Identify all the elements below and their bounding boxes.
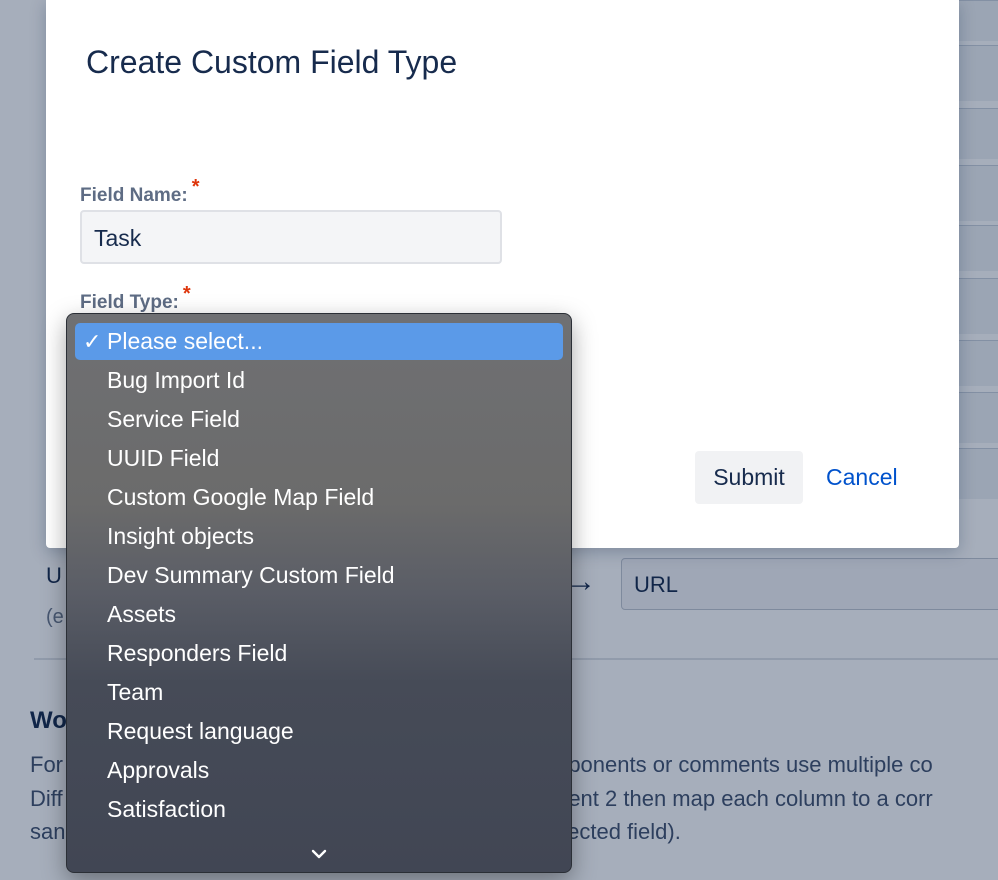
- dropdown-option[interactable]: Dev Summary Custom Field: [75, 557, 563, 594]
- dropdown-option[interactable]: Custom Google Map Field: [75, 479, 563, 516]
- dropdown-option-label: UUID Field: [107, 445, 220, 471]
- submit-button[interactable]: Submit: [695, 451, 803, 504]
- dropdown-option[interactable]: Request language: [75, 713, 563, 750]
- dropdown-option-label: Service Field: [107, 406, 240, 432]
- dropdown-option-label: Please select...: [107, 328, 263, 354]
- dropdown-option-label: Satisfaction: [107, 796, 226, 822]
- dropdown-option[interactable]: UUID Field: [75, 440, 563, 477]
- field-type-label: Field Type: *: [80, 283, 191, 314]
- dropdown-option-label: Bug Import Id: [107, 367, 246, 393]
- dialog-title: Create Custom Field Type: [86, 44, 458, 80]
- dropdown-option[interactable]: Responders Field: [75, 635, 563, 672]
- dropdown-option-label: Assets: [107, 601, 177, 627]
- dropdown-option[interactable]: Approvals: [75, 752, 563, 789]
- dropdown-option-label: Custom Google Map Field: [107, 484, 375, 510]
- dropdown-option[interactable]: Insight objects: [75, 518, 563, 555]
- chevron-down-icon[interactable]: [308, 846, 330, 862]
- dropdown-option-label: Dev Summary Custom Field: [107, 562, 395, 588]
- dropdown-option[interactable]: Service Field: [75, 401, 563, 438]
- cancel-link[interactable]: Cancel: [826, 464, 898, 491]
- dropdown-option[interactable]: ✓ Please select...: [75, 323, 563, 360]
- dropdown-option-label: Approvals: [107, 757, 210, 783]
- dropdown-option[interactable]: Bug Import Id: [75, 362, 563, 399]
- field-name-label-text: Field Name:: [80, 185, 188, 206]
- field-type-dropdown-menu[interactable]: ✓ Please select... Bug Import Id Service Fi…: [66, 313, 572, 873]
- required-marker: *: [182, 283, 191, 305]
- required-marker: *: [191, 176, 200, 198]
- dropdown-option-label: Request language: [107, 718, 294, 744]
- field-name-value: Task: [94, 225, 142, 251]
- dropdown-option-label: Responders Field: [107, 640, 288, 666]
- dropdown-option[interactable]: Satisfaction: [75, 791, 563, 828]
- dropdown-option[interactable]: Assets: [75, 596, 563, 633]
- dropdown-option-label: Insight objects: [107, 523, 255, 549]
- field-name-label: Field Name: *: [80, 176, 200, 207]
- checkmark-icon: ✓: [83, 329, 102, 354]
- dropdown-option-label: Team: [107, 679, 164, 705]
- dropdown-option[interactable]: Team: [75, 674, 563, 711]
- field-name-input[interactable]: Task: [80, 210, 502, 264]
- field-type-label-text: Field Type:: [80, 292, 179, 313]
